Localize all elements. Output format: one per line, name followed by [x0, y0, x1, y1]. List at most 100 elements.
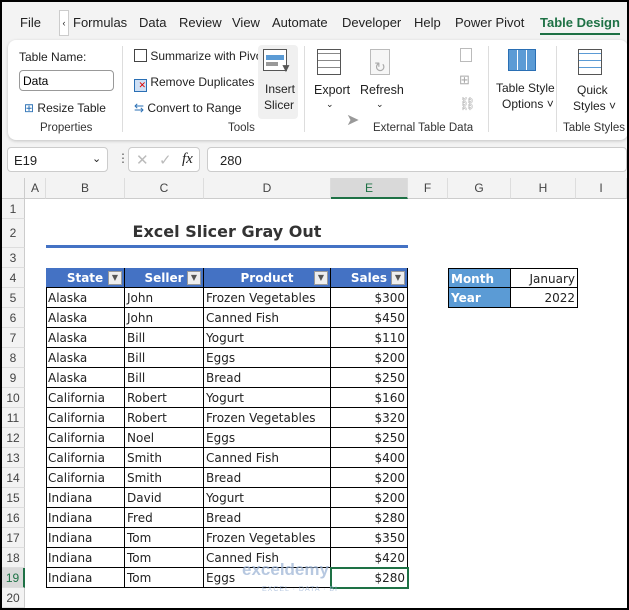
table-cell[interactable]: Bill	[125, 328, 204, 348]
table-cell[interactable]: Indiana	[46, 488, 125, 508]
insert-slicer-button[interactable]: ▼ Insert Slicer	[258, 45, 298, 119]
table-cell[interactable]: Indiana	[46, 568, 125, 588]
table-cell[interactable]: $400	[331, 448, 408, 468]
row-header-11[interactable]: 11	[2, 408, 25, 428]
table-cell[interactable]: Yogurt	[204, 328, 331, 348]
criteria-value[interactable]: January	[511, 268, 578, 288]
refresh-button[interactable]: ↻ Refresh ⌄	[358, 45, 404, 119]
row-header-19[interactable]: 19	[2, 568, 25, 588]
table-cell[interactable]: Alaska	[46, 308, 125, 328]
filter-dropdown-icon[interactable]: ▼	[391, 271, 405, 285]
table-cell[interactable]: Canned Fish	[204, 548, 331, 568]
table-style-options-button[interactable]: Table Style Options ˅	[492, 45, 555, 119]
table-cell[interactable]: Yogurt	[204, 388, 331, 408]
table-cell[interactable]: Fred	[125, 508, 204, 528]
select-all-button[interactable]	[2, 178, 25, 199]
column-header-E[interactable]: E	[331, 178, 408, 199]
properties-icon[interactable]	[460, 48, 472, 62]
tab-automate[interactable]: Automate	[272, 15, 328, 30]
table-cell[interactable]: Noel	[125, 428, 204, 448]
table-cell[interactable]: Canned Fish	[204, 448, 331, 468]
table-cell[interactable]: $200	[331, 488, 408, 508]
tab-power-pivot[interactable]: Power Pivot	[455, 15, 524, 30]
export-button[interactable]: Export ⌄	[308, 45, 356, 119]
column-header-C[interactable]: C	[125, 178, 204, 199]
row-header-7[interactable]: 7	[2, 328, 25, 348]
tab-help[interactable]: Help	[414, 15, 441, 30]
table-cell[interactable]: Tom	[125, 548, 204, 568]
table-name-input[interactable]	[19, 70, 114, 91]
column-header-F[interactable]: F	[408, 178, 448, 199]
table-cell[interactable]: Bill	[125, 348, 204, 368]
table-cell[interactable]: Alaska	[46, 368, 125, 388]
table-cell[interactable]: California	[46, 448, 125, 468]
table-cell[interactable]: $320	[331, 408, 408, 428]
table-cell[interactable]: Indiana	[46, 508, 125, 528]
table-cell[interactable]: $160	[331, 388, 408, 408]
row-header-17[interactable]: 17	[2, 528, 25, 548]
table-cell[interactable]: Robert	[125, 408, 204, 428]
tab-data[interactable]: Data	[139, 15, 166, 30]
table-cell[interactable]: Alaska	[46, 328, 125, 348]
enter-icon[interactable]: ✓	[159, 151, 172, 169]
table-cell[interactable]: Eggs	[204, 568, 331, 588]
table-cell[interactable]: David	[125, 488, 204, 508]
tab-table-design[interactable]: Table Design	[540, 15, 620, 35]
table-cell[interactable]: Alaska	[46, 288, 125, 308]
quick-styles-button[interactable]: Quick Styles ˅	[562, 45, 618, 119]
table-cell[interactable]: $200	[331, 468, 408, 488]
table-cell[interactable]: California	[46, 428, 125, 448]
row-header-2[interactable]: 2	[2, 219, 25, 248]
insert-function-button[interactable]: fx	[182, 151, 193, 168]
table-cell[interactable]: $250	[331, 368, 408, 388]
table-cell[interactable]: $300	[331, 288, 408, 308]
unlink-icon[interactable]: ⛓	[459, 96, 476, 112]
filter-dropdown-icon[interactable]: ▼	[314, 271, 328, 285]
table-cell[interactable]: Eggs	[204, 348, 331, 368]
table-cell[interactable]: $110	[331, 328, 408, 348]
table-cell[interactable]: Frozen Vegetables	[204, 288, 331, 308]
column-header-H[interactable]: H	[511, 178, 576, 199]
row-header-4[interactable]: 4	[2, 268, 25, 288]
remove-duplicates-button[interactable]: ✕ Remove Duplicates	[134, 75, 254, 92]
table-cell[interactable]: $200	[331, 348, 408, 368]
row-header-20[interactable]: 20	[2, 588, 25, 608]
column-header-G[interactable]: G	[448, 178, 511, 199]
table-cell[interactable]: Bill	[125, 368, 204, 388]
table-cell[interactable]: $420	[331, 548, 408, 568]
table-cell[interactable]: $280	[331, 568, 408, 588]
row-header-3[interactable]: 3	[2, 248, 25, 268]
criteria-value[interactable]: 2022	[511, 288, 578, 308]
table-cell[interactable]: Bread	[204, 468, 331, 488]
row-header-15[interactable]: 15	[2, 488, 25, 508]
table-cell[interactable]: Smith	[125, 468, 204, 488]
tab-scroll-left[interactable]: ‹	[59, 10, 69, 36]
table-cell[interactable]: Smith	[125, 448, 204, 468]
table-cell[interactable]: Yogurt	[204, 488, 331, 508]
table-cell[interactable]: Eggs	[204, 428, 331, 448]
table-cell[interactable]: Robert	[125, 388, 204, 408]
row-header-16[interactable]: 16	[2, 508, 25, 528]
table-cell[interactable]: Frozen Vegetables	[204, 408, 331, 428]
row-header-1[interactable]: 1	[2, 199, 25, 219]
table-cell[interactable]: $280	[331, 508, 408, 528]
table-cell[interactable]: $450	[331, 308, 408, 328]
table-cell[interactable]: Frozen Vegetables	[204, 528, 331, 548]
cancel-icon[interactable]: ✕	[136, 151, 149, 169]
row-header-10[interactable]: 10	[2, 388, 25, 408]
tab-view[interactable]: View	[232, 15, 260, 30]
criteria-label[interactable]: Month	[448, 268, 511, 288]
table-cell[interactable]: John	[125, 288, 204, 308]
column-header-A[interactable]: A	[25, 178, 46, 199]
row-header-12[interactable]: 12	[2, 428, 25, 448]
row-header-14[interactable]: 14	[2, 468, 25, 488]
column-header-I[interactable]: I	[576, 178, 627, 199]
tab-file[interactable]: File	[20, 15, 41, 30]
open-in-browser-icon[interactable]: ⊞	[459, 72, 470, 88]
table-cell[interactable]: Bread	[204, 368, 331, 388]
table-cell[interactable]: Indiana	[46, 528, 125, 548]
table-cell[interactable]: Bread	[204, 508, 331, 528]
row-header-5[interactable]: 5	[2, 288, 25, 308]
table-cell[interactable]: $250	[331, 428, 408, 448]
table-cell[interactable]: Canned Fish	[204, 308, 331, 328]
